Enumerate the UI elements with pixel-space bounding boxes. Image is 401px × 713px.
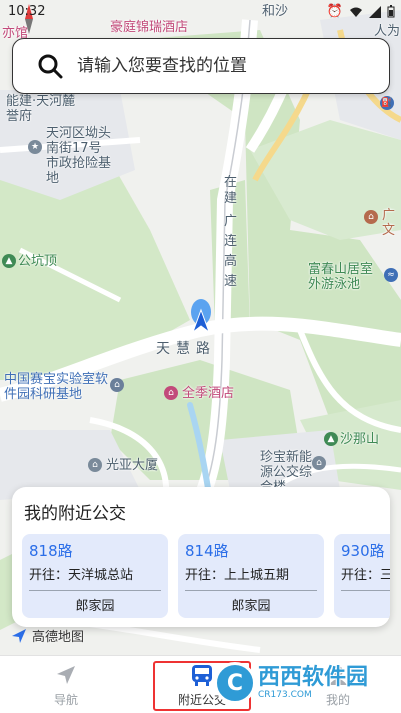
card-divider	[341, 590, 390, 591]
map-label-quanji[interactable]: 全季酒店	[182, 386, 234, 401]
search-icon[interactable]	[35, 51, 65, 81]
map-label-tianhui-road: 天慧路	[156, 341, 216, 357]
search-bar[interactable]	[12, 38, 390, 94]
watermark-text: 西西软件园	[258, 664, 369, 690]
status-time: 10:32	[8, 4, 46, 19]
watermark-url: CR173.COM	[258, 689, 312, 700]
map-label-resident[interactable]: 能建·天河麓誉府	[6, 94, 76, 124]
bus-stop-name: 郎家园	[75, 599, 115, 614]
map-label-fuchun[interactable]: 富春山居室外游泳池	[308, 262, 384, 292]
bus-route-number: 818路	[29, 542, 73, 560]
map-label-guangya[interactable]: 光亚大厦	[106, 458, 158, 473]
office-icon[interactable]: ⌂	[88, 458, 102, 472]
status-icons: ⏰	[327, 4, 395, 19]
bus-station-icon[interactable]: ⌂	[312, 456, 326, 470]
status-bar: 10:32 ⏰	[0, 0, 401, 22]
amap-logo: 高德地图	[10, 626, 84, 645]
bus-stop-name: 郎家园	[231, 599, 271, 614]
wifi-icon	[350, 7, 362, 17]
map-label-guang-corner: 广文	[382, 208, 396, 238]
alarm-icon: ⏰	[326, 4, 343, 19]
navigate-arrow-icon	[57, 665, 75, 684]
mountain-icon-2[interactable]: ▲	[324, 432, 338, 446]
signal-icon	[369, 5, 381, 18]
bus-destination: 开往：天洋城总站	[29, 568, 134, 583]
bus-card[interactable]: 930路 开往：三	[334, 534, 390, 618]
bus-route-number: 814路	[185, 542, 229, 560]
poi-marker-icon[interactable]: ★	[28, 140, 42, 154]
map-label-gongkeng[interactable]: 公坑顶	[18, 254, 57, 269]
map-label-expressway-prefix: 在建	[224, 175, 238, 206]
nav-item-navigate[interactable]: 导航	[16, 656, 116, 713]
current-location-icon[interactable]	[190, 298, 212, 334]
map-label-flood-base[interactable]: 天河区坳头南街17号市政抢险基地	[46, 126, 112, 186]
map-label-shanaling[interactable]: 沙那山	[340, 432, 379, 447]
battery-icon	[387, 5, 395, 18]
card-divider	[185, 590, 317, 591]
mountain-icon[interactable]: ▲	[2, 254, 16, 268]
building-icon[interactable]: ⌂	[364, 210, 378, 224]
search-input[interactable]	[77, 56, 377, 76]
bus-card[interactable]: 818路 开往：天洋城总站 郎家园	[22, 534, 168, 618]
fuel-icon[interactable]: ⛽	[380, 96, 394, 110]
bus-card[interactable]: 814路 开往：上上城五期 郎家园	[178, 534, 324, 618]
map-label-expressway: 广连高速	[224, 214, 238, 289]
nav-label: 导航	[53, 692, 78, 707]
bus-route-number: 930路	[341, 542, 385, 560]
card-divider	[29, 590, 161, 591]
map-label-saibao[interactable]: 中国赛宝实验室软件园科研基地	[4, 372, 114, 402]
map-label-hotel[interactable]: 豪庭锦瑞酒店	[110, 20, 188, 35]
bus-destination: 开往：上上城五期	[185, 568, 290, 583]
watermark-logo-icon: C	[214, 662, 256, 704]
swim-icon[interactable]: ≈	[384, 268, 398, 282]
amap-arrow-icon	[12, 628, 26, 643]
hotel-icon[interactable]: ⌂	[164, 386, 178, 400]
watermark: C 西西软件园 CR173.COM	[214, 661, 392, 705]
lab-icon[interactable]: ⌂	[110, 378, 124, 392]
bus-card-list[interactable]: 818路 开往：天洋城总站 郎家园 814路 开往：上上城五期 郎家园 930路…	[22, 534, 390, 618]
panel-title: 我的附近公交	[24, 504, 126, 524]
amap-logo-text: 高德地图	[32, 630, 85, 645]
map-label-corner-right: 人为	[374, 24, 401, 39]
bus-destination: 开往：三	[341, 568, 390, 583]
nearby-bus-panel: 我的附近公交 818路 开往：天洋城总站 郎家园 814路 开往：上上城五期 郎…	[12, 487, 390, 627]
